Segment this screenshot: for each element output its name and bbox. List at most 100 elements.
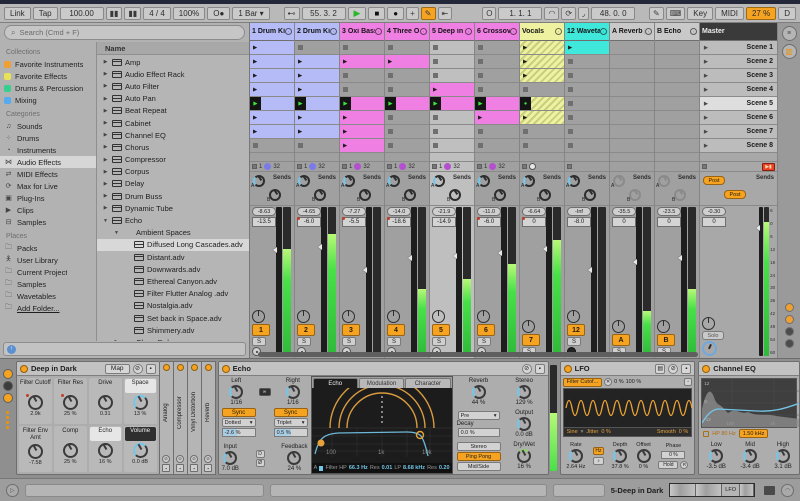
browser-file-downwards-adv[interactable]: Downwards.adv	[97, 263, 249, 275]
clip-stop-icon[interactable]	[433, 45, 438, 50]
mid-gain-knob[interactable]	[743, 449, 757, 463]
clip-slot[interactable]	[340, 69, 384, 83]
clip-stop-icon[interactable]	[388, 87, 393, 92]
solo-button[interactable]: S	[252, 337, 266, 346]
send-a-knob[interactable]: A	[478, 175, 490, 187]
send-a-knob[interactable]: A	[523, 175, 535, 187]
send-b-knob[interactable]: B	[539, 189, 551, 201]
fader-handle[interactable]	[363, 267, 367, 273]
back-to-arrangement-icon[interactable]: ⇤	[438, 7, 453, 20]
browser-file-filter-flutter-analog-adv[interactable]: Filter Flutter Analog .adv	[97, 288, 249, 300]
channel-eq-title-bar[interactable]: Channel EQ	[699, 362, 799, 376]
scene-4[interactable]: ▶Scene 4	[700, 83, 777, 97]
hp-label[interactable]: HP 80 Hz	[712, 431, 735, 437]
clip-slot[interactable]	[475, 139, 519, 153]
browser-file-shimmery-adv[interactable]: Shimmery.adv	[97, 324, 249, 336]
clip-slot[interactable]	[295, 139, 339, 153]
clip-play-icon[interactable]: ▶	[253, 115, 257, 121]
back-to-arrangement-button[interactable]: ▶▮	[762, 163, 775, 171]
pan-knob[interactable]	[252, 310, 265, 323]
track-menu-icon[interactable]: ◦	[330, 28, 337, 35]
macro-label[interactable]: Filter Res	[55, 379, 86, 393]
track-activator-button[interactable]: 1	[252, 324, 270, 336]
clip-stop-icon[interactable]	[568, 87, 573, 92]
clip-playing-icon[interactable]: ▶	[340, 97, 351, 110]
key-map-button[interactable]: Key	[687, 7, 713, 20]
peak-level-value[interactable]: -14.0	[387, 207, 411, 216]
send-a-post-button[interactable]: Post	[703, 176, 725, 185]
clip-slot[interactable]: ▶	[520, 55, 564, 69]
send-b-knob[interactable]: B	[629, 189, 641, 201]
clip-stop-icon[interactable]	[298, 45, 303, 50]
browser-file-chorus[interactable]: ▶Chorus	[97, 141, 249, 153]
clip-slot[interactable]	[340, 41, 384, 55]
expand-arrow-icon[interactable]: ▶	[102, 132, 109, 138]
clip-slot[interactable]: ▶	[475, 111, 519, 125]
groove-amount[interactable]: O●	[207, 7, 230, 20]
scene-2[interactable]: ▶Scene 2	[700, 55, 777, 69]
clip-slot[interactable]	[610, 55, 654, 69]
send-b-knob[interactable]: B	[584, 189, 596, 201]
peak-level-value[interactable]: -11.0	[477, 207, 501, 216]
volume-field[interactable]: -5.5	[342, 217, 366, 227]
nudge-up-icon[interactable]: ▮▮	[124, 7, 141, 20]
low-value[interactable]: -3.5 dB	[707, 464, 726, 470]
tab-echo[interactable]: Echo	[313, 378, 358, 388]
mixer-toggle-icon[interactable]: ▥	[782, 44, 797, 59]
browser-file-dynamic-tube[interactable]: ▶Dynamic Tube	[97, 202, 249, 214]
retrigger-button[interactable]: R	[680, 461, 688, 469]
clip-slot[interactable]	[385, 41, 429, 55]
drift-button[interactable]: D	[256, 450, 265, 458]
clip-stop-icon[interactable]	[253, 143, 258, 148]
quantize-menu[interactable]: 1 Bar ▾	[232, 7, 269, 20]
macro-knob[interactable]	[63, 443, 78, 458]
volume-field[interactable]: -6.0	[477, 217, 501, 227]
macro-value[interactable]: -7.58	[29, 460, 42, 466]
clip-playing-icon[interactable]: ▶	[385, 97, 396, 110]
clip-slot[interactable]: ▶	[250, 125, 294, 139]
clip-slot[interactable]: ▶	[295, 55, 339, 69]
clip-stop-icon[interactable]	[388, 129, 393, 134]
clip-slot[interactable]: ▶	[250, 55, 294, 69]
clip-slot[interactable]: ▶	[295, 83, 339, 97]
pan-knob[interactable]	[432, 310, 445, 323]
loop-offset-value[interactable]: 1	[439, 164, 442, 170]
pan-knob[interactable]	[522, 320, 535, 333]
chain-thumb-1[interactable]	[670, 484, 696, 496]
clip-slot[interactable]	[565, 139, 609, 153]
expand-arrow-icon[interactable]: ▶	[102, 108, 109, 114]
sync-right-button[interactable]: Sync	[274, 408, 308, 417]
clip-slot[interactable]: ▶	[250, 111, 294, 125]
clip-play-icon[interactable]: ▶	[568, 45, 572, 51]
echo-tunnel-display[interactable]: 100 1k 10k	[312, 388, 452, 463]
master-volume-field[interactable]: 0	[702, 217, 726, 227]
clip-play-icon[interactable]: ▶	[298, 73, 302, 79]
sidebar-item-samples[interactable]: 🗀Samples	[0, 278, 96, 290]
quantize-amount[interactable]: 100%	[173, 7, 205, 20]
clip-stop-icon[interactable]	[343, 87, 348, 92]
scene-3[interactable]: ▶Scene 3	[700, 69, 777, 83]
browser-file-cabinet[interactable]: ▶Cabinet	[97, 117, 249, 129]
offset-knob[interactable]	[637, 449, 651, 463]
clip-slot[interactable]	[655, 69, 699, 83]
time-signature-field[interactable]: 4 / 4	[143, 7, 171, 20]
clip-play-icon[interactable]: ▶	[433, 87, 437, 93]
volume-field[interactable]: -18.6	[387, 217, 411, 227]
hot-swap-preset-icon[interactable]: ⊘	[162, 455, 170, 463]
clip-stop-icon[interactable]	[568, 101, 573, 106]
macro-value[interactable]: 2.9k	[30, 411, 40, 417]
volume-field[interactable]: 0	[612, 217, 636, 227]
solo-button[interactable]: S	[297, 337, 311, 346]
right-time-knob[interactable]	[286, 385, 300, 399]
fader-handle[interactable]	[408, 255, 412, 261]
loop-icon[interactable]: ⟳	[561, 7, 576, 20]
hp-enable-checkbox[interactable]	[703, 431, 709, 437]
clip-play-icon[interactable]: ▶	[523, 45, 527, 51]
clip-slot[interactable]	[430, 55, 474, 69]
master-fader[interactable]	[759, 207, 763, 356]
stereo-width-value[interactable]: 129 %	[516, 400, 533, 406]
track-menu-icon[interactable]: ◦	[285, 28, 292, 35]
scene-launch-icon[interactable]: ▶	[704, 129, 708, 135]
peak-level-value[interactable]: -8.63	[252, 207, 276, 216]
device-on-icon[interactable]	[163, 364, 170, 371]
